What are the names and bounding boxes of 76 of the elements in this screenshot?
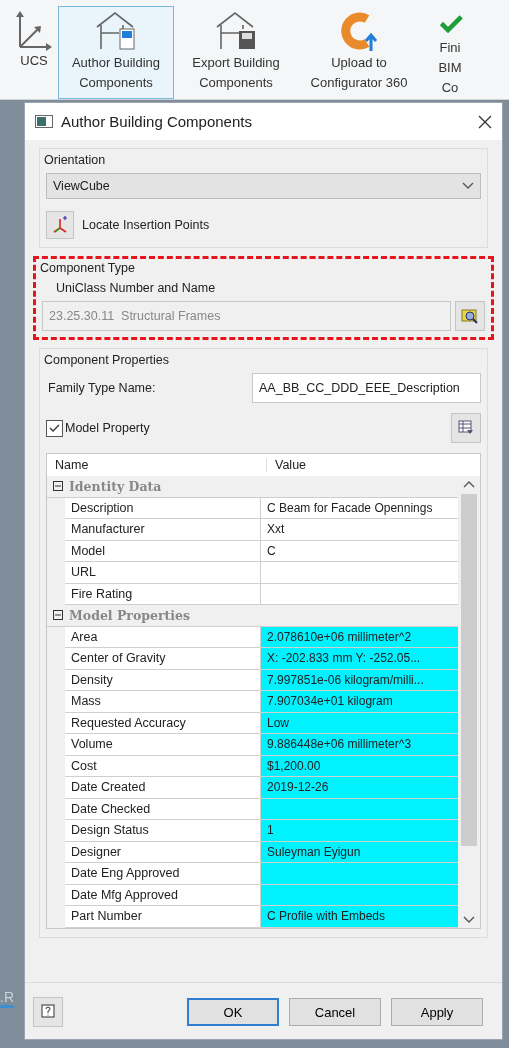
- dialog-button[interactable]: Apply: [391, 998, 483, 1026]
- help-button[interactable]: [33, 997, 63, 1027]
- column-header: Name: [47, 458, 267, 472]
- table-cell: Fire Rating: [65, 583, 261, 604]
- table-cell: 1: [261, 820, 458, 841]
- dialog-button[interactable]: Cancel: [289, 998, 381, 1026]
- ribbon-button[interactable]: Upload to Configurator 360: [298, 6, 420, 99]
- table-icon: [458, 420, 474, 436]
- scrollbar[interactable]: [458, 476, 480, 928]
- table-cell: Description: [65, 497, 261, 518]
- table-cell: Volume: [65, 734, 261, 755]
- chevron-down-icon[interactable]: [463, 915, 475, 924]
- search-icon: [461, 308, 479, 324]
- axes-icon: [51, 216, 69, 234]
- checkbox[interactable]: [46, 419, 63, 437]
- table-cell: X: -202.833 mm Y: -252.05...: [261, 648, 458, 669]
- table-cell: Date Checked: [65, 798, 261, 819]
- ribbon-button[interactable]: Export Building Components: [178, 6, 294, 99]
- table-cell: Center of Gravity: [65, 648, 261, 669]
- category-label: Identity Data: [69, 478, 162, 494]
- dialog-title: Author Building Components: [61, 113, 253, 130]
- table-cell: Date Created: [65, 777, 261, 798]
- table-cell: Designer: [65, 841, 261, 862]
- table-cell: URL: [65, 562, 261, 583]
- table-cell: Requested Accuracy: [65, 712, 261, 733]
- group-label: Orientation: [44, 153, 107, 167]
- table-cell: C Profile with Embeds: [261, 906, 458, 927]
- field-label: UniClass Number and Name: [55, 281, 217, 295]
- table-cell: Low: [261, 712, 458, 733]
- table-cell: 2019-12-26: [261, 777, 458, 798]
- help-icon: [41, 1004, 55, 1020]
- checkbox-label: Model Property: [65, 421, 150, 435]
- table-cell: Cost: [65, 755, 261, 776]
- category-label: Model Properties: [69, 607, 191, 623]
- group-label: Component Properties: [44, 353, 171, 367]
- collapse-icon[interactable]: [53, 481, 63, 492]
- table-cell: Suleyman Eyigun: [261, 841, 458, 862]
- window-icon: [35, 115, 53, 128]
- table-cell: Model: [65, 540, 261, 561]
- table-cell: $1,200.00: [261, 755, 458, 776]
- family-type-field[interactable]: AA_BB_CC_DDD_EEE_Description: [252, 373, 481, 403]
- close-icon[interactable]: [478, 114, 492, 129]
- table-cell: Area: [65, 626, 261, 647]
- locate-button[interactable]: [46, 211, 74, 239]
- table-cell: Date Eng Approved: [65, 863, 261, 884]
- search-button[interactable]: [455, 301, 485, 331]
- background-tab-text: .R: [0, 989, 14, 1008]
- table-cell: 7.907034e+01 kilogram: [261, 691, 458, 712]
- table-filter-button[interactable]: [451, 413, 481, 443]
- ribbon-button[interactable]: Fini BIM Co: [424, 6, 476, 99]
- table-cell: Date Mfg Approved: [65, 884, 261, 905]
- dialog-button[interactable]: OK: [187, 998, 279, 1026]
- checkmark-icon: [49, 423, 60, 433]
- axes-icon: [14, 9, 54, 51]
- table-cell: Xxt: [261, 519, 458, 540]
- orientation-dropdown[interactable]: ViewCube: [46, 173, 481, 199]
- table-cell: 2.078610e+06 millimeter^2: [261, 626, 458, 647]
- table-cell: C: [261, 540, 458, 561]
- scroll-up-icon[interactable]: [463, 480, 475, 488]
- table-cell: Density: [65, 669, 261, 690]
- table-cell: Manufacturer: [65, 519, 261, 540]
- button-label: Locate Insertion Points: [82, 218, 210, 232]
- chevron-down-icon[interactable]: [462, 182, 474, 190]
- collapse-icon[interactable]: [53, 610, 63, 621]
- column-header: Value: [274, 458, 308, 472]
- table-cell: Design Status: [65, 820, 261, 841]
- group-label: Component Type: [40, 261, 136, 275]
- table-cell: 9.886448e+06 millimeter^3: [261, 734, 458, 755]
- upload-logo-icon: [339, 9, 379, 53]
- table-cell: Part Number: [65, 906, 261, 927]
- field-label: Family Type Name:: [47, 381, 157, 395]
- ribbon-button[interactable]: UCS: [14, 6, 54, 99]
- ribbon-button[interactable]: Author Building Components: [58, 6, 174, 99]
- table-cell: 7.997851e-06 kilogram/milli...: [261, 669, 458, 690]
- table-cell: C Beam for Facade Opennings: [261, 497, 458, 518]
- table-cell: Mass: [65, 691, 261, 712]
